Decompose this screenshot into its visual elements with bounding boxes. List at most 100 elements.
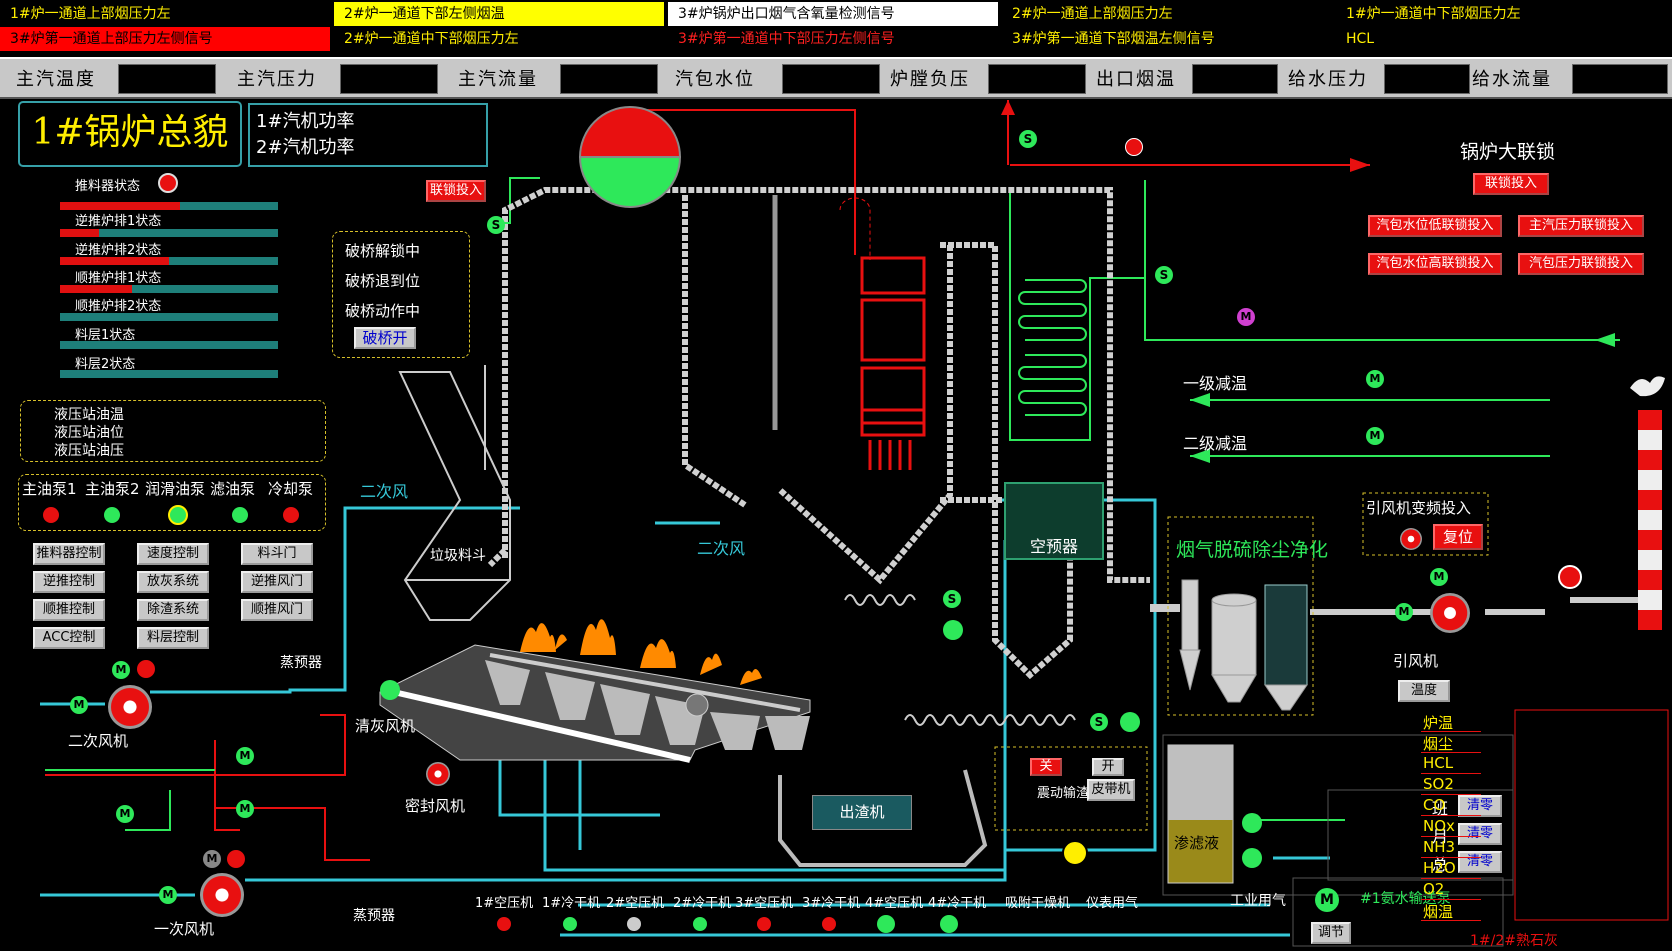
- compressor-label: 1#空压机: [475, 896, 534, 911]
- economizer: [1018, 279, 1087, 416]
- control-button[interactable]: 逆推控制: [33, 571, 105, 593]
- compressor-status[interactable]: [693, 917, 707, 931]
- pusher-row-label: 顺推炉排1状态: [75, 271, 162, 286]
- hopper-label: 垃圾料斗: [430, 548, 486, 564]
- pusher-row-label: 顺推炉排2状态: [75, 299, 162, 314]
- motor-icon: M: [116, 805, 134, 823]
- control-button[interactable]: ACC控制: [33, 627, 105, 649]
- seal-fan-icon[interactable]: [426, 762, 450, 786]
- flow-arrows: [1190, 333, 1615, 463]
- interlock-button[interactable]: 汽包水位低联锁投入: [1368, 215, 1502, 237]
- interlock-button[interactable]: 汽包压力联锁投入: [1518, 253, 1644, 275]
- waste-hopper: [398, 365, 511, 621]
- compressor-label: 2#空压机: [606, 896, 665, 911]
- compressor-status[interactable]: [877, 915, 895, 933]
- pusher-state-label: 推料器状态: [75, 179, 141, 194]
- motor-icon: M: [1366, 370, 1384, 388]
- pump-status-icon[interactable]: [232, 507, 248, 523]
- id-fan-temp-button[interactable]: 温度: [1398, 680, 1450, 702]
- solenoid-icon[interactable]: S: [1090, 713, 1108, 731]
- solenoid-icon[interactable]: S: [943, 590, 961, 608]
- control-button[interactable]: 放灰系统: [137, 571, 209, 593]
- motor-icon: M: [112, 661, 130, 679]
- compressor-label: 4#空压机: [865, 896, 924, 911]
- control-button[interactable]: 除渣系统: [137, 599, 209, 621]
- interlock-enable-button[interactable]: 联锁投入: [426, 180, 486, 202]
- pump-status-icon[interactable]: [168, 505, 188, 525]
- main-interlock-label: 锅炉大联锁: [1460, 141, 1556, 163]
- pusher-state-indicator[interactable]: [158, 173, 178, 193]
- conveyor-stop-icon[interactable]: [1062, 840, 1088, 866]
- motor-icon: M: [236, 747, 254, 765]
- emission-item: 炉温: [1421, 712, 1481, 732]
- pump-status-icon[interactable]: [283, 507, 299, 523]
- hydraulic-item: 液压站油位: [54, 425, 124, 441]
- solenoid-icon[interactable]: S: [1019, 130, 1037, 148]
- grate: [379, 644, 811, 763]
- compressor-status[interactable]: [940, 915, 958, 933]
- bridge-open-button[interactable]: 破桥开: [354, 327, 416, 349]
- solenoid-icon[interactable]: S: [487, 216, 505, 234]
- control-button[interactable]: 推料器控制: [33, 543, 105, 565]
- damper-stop-icon[interactable]: [1558, 565, 1582, 589]
- emission-item: NOx: [1421, 817, 1481, 837]
- control-button[interactable]: 速度控制: [137, 543, 209, 565]
- compressor-status[interactable]: [497, 917, 511, 931]
- control-button[interactable]: 料斗门: [241, 543, 313, 565]
- belt-conveyor-button[interactable]: 皮带机: [1087, 779, 1135, 801]
- control-button[interactable]: 顺推风门: [241, 599, 313, 621]
- compressor-status[interactable]: [563, 917, 577, 931]
- chimney: [1630, 376, 1665, 630]
- compressor-label: 吸附干燥机: [1005, 896, 1071, 911]
- steam-preheater-label: 蒸预器: [353, 908, 395, 924]
- ash-fan-label: 清灰风机: [355, 717, 416, 735]
- control-button[interactable]: 逆推风门: [241, 571, 313, 593]
- motor-icon: M: [236, 800, 254, 818]
- compressor-label: 3#冷干机: [802, 896, 861, 911]
- emission-item: 烟温: [1421, 901, 1481, 921]
- pump-status-icon[interactable]: [104, 507, 120, 523]
- adjust-button[interactable]: 调节: [1311, 922, 1351, 944]
- reset-button[interactable]: 复位: [1433, 524, 1483, 550]
- turbine-power-panel: 1#汽机功率 2#汽机功率: [248, 103, 488, 167]
- compressor-label: 3#空压机: [735, 896, 794, 911]
- interlock-button[interactable]: 汽包水位高联锁投入: [1368, 253, 1502, 275]
- motor-icon: M: [1395, 603, 1413, 621]
- control-button[interactable]: 料层控制: [137, 627, 209, 649]
- primary-fan-label: 一次风机: [154, 920, 215, 938]
- id-fan-icon[interactable]: [1430, 593, 1470, 633]
- motor-icon: M: [1366, 427, 1384, 445]
- pusher-bar: [60, 229, 278, 237]
- interlock-button[interactable]: 主汽压力联锁投入: [1518, 215, 1644, 237]
- secondary-fan-icon[interactable]: [108, 685, 152, 729]
- solenoid-icon[interactable]: S: [1155, 266, 1173, 284]
- steam-drum: [578, 106, 682, 208]
- leachate-pump-status[interactable]: [1242, 813, 1262, 833]
- desuperheater-2-label: 二级减温: [1183, 434, 1248, 453]
- pump-label: 冷却泵: [268, 480, 314, 498]
- compressor-status[interactable]: [757, 917, 771, 931]
- ash-fan-status[interactable]: [380, 680, 400, 700]
- pusher-bar: [60, 285, 278, 293]
- seal-fan-label: 密封风机: [405, 797, 466, 815]
- secondary-air-label: 二次风: [360, 482, 409, 501]
- id-fan-vfd-icon[interactable]: [1400, 528, 1422, 550]
- close-button[interactable]: 关: [1030, 758, 1062, 776]
- emission-panel-border: [1514, 709, 1669, 921]
- emission-item: HCL: [1421, 754, 1481, 774]
- interlock-button[interactable]: 联锁投入: [1473, 173, 1549, 195]
- vent-arrow: [1001, 100, 1015, 115]
- pump-status-icon[interactable]: [43, 507, 59, 523]
- page-title: 1#锅炉总貌: [18, 101, 242, 167]
- primary-fan-icon[interactable]: [200, 873, 244, 917]
- control-button[interactable]: 顺推控制: [33, 599, 105, 621]
- pusher-bar: [60, 202, 278, 210]
- open-button[interactable]: 开: [1092, 758, 1124, 776]
- pusher-bar: [60, 313, 278, 321]
- leachate-pump-status[interactable]: [1242, 848, 1262, 868]
- fan-alarm-icon: [227, 850, 245, 868]
- compressor-status[interactable]: [822, 917, 836, 931]
- fan-alarm-icon: [137, 660, 155, 678]
- compressor-status[interactable]: [627, 917, 641, 931]
- slag-extractor[interactable]: 出渣机: [812, 795, 912, 830]
